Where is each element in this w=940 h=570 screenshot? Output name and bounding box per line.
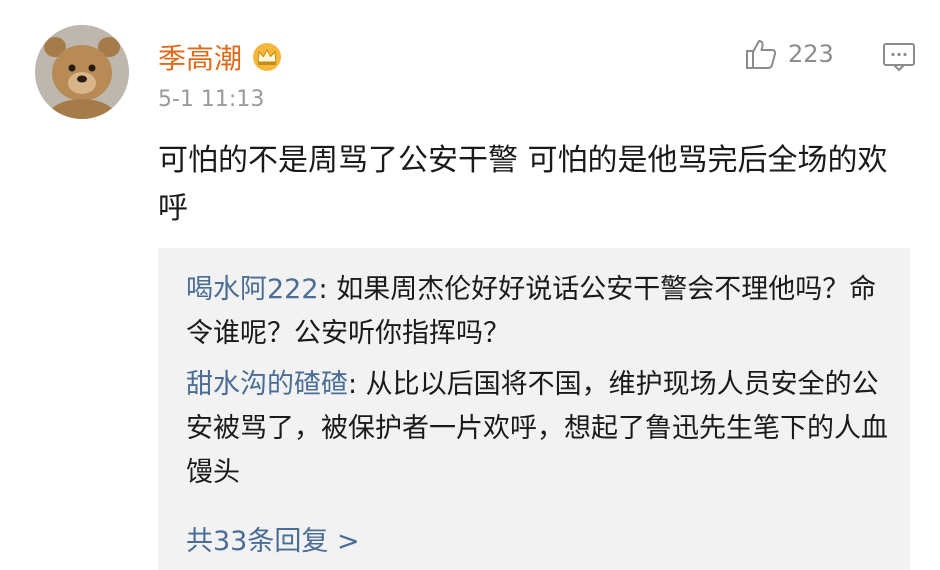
comment-bubble-icon[interactable] [882, 41, 916, 73]
reply-author[interactable]: 甜水沟的碴碴 [186, 369, 348, 400]
teddy-bear-avatar-image [35, 25, 129, 119]
username-row: 季高潮 [158, 37, 284, 77]
reply-preview-box[interactable]: 喝水阿222: 如果周杰伦好好说话公安干警会不理他吗？命令谁呢？公安听你指挥吗？… [158, 248, 910, 570]
comment-text: 可怕的不是周骂了公安干警 可怕的是他骂完后全场的欢呼 [158, 143, 888, 226]
crown-vip-icon [253, 43, 282, 71]
like-button[interactable]: 223 [744, 38, 834, 70]
comment-timestamp: 5-1 11:13 [158, 87, 265, 112]
more-replies-link[interactable]: 共33条回复 > [186, 519, 360, 558]
username[interactable]: 季高潮 [158, 37, 242, 77]
avatar[interactable] [35, 25, 129, 119]
thumbs-up-icon [746, 40, 777, 69]
reply-item: 喝水阿222: 如果周杰伦好好说话公安干警会不理他吗？命令谁呢？公安听你指挥吗？ [186, 268, 892, 356]
reply-author[interactable]: 喝水阿222 [186, 274, 319, 305]
reply-item: 甜水沟的碴碴: 从比以后国将不国，维护现场人员安全的公安被骂了，被保护者一片欢呼… [186, 363, 892, 495]
like-count: 223 [788, 40, 834, 68]
